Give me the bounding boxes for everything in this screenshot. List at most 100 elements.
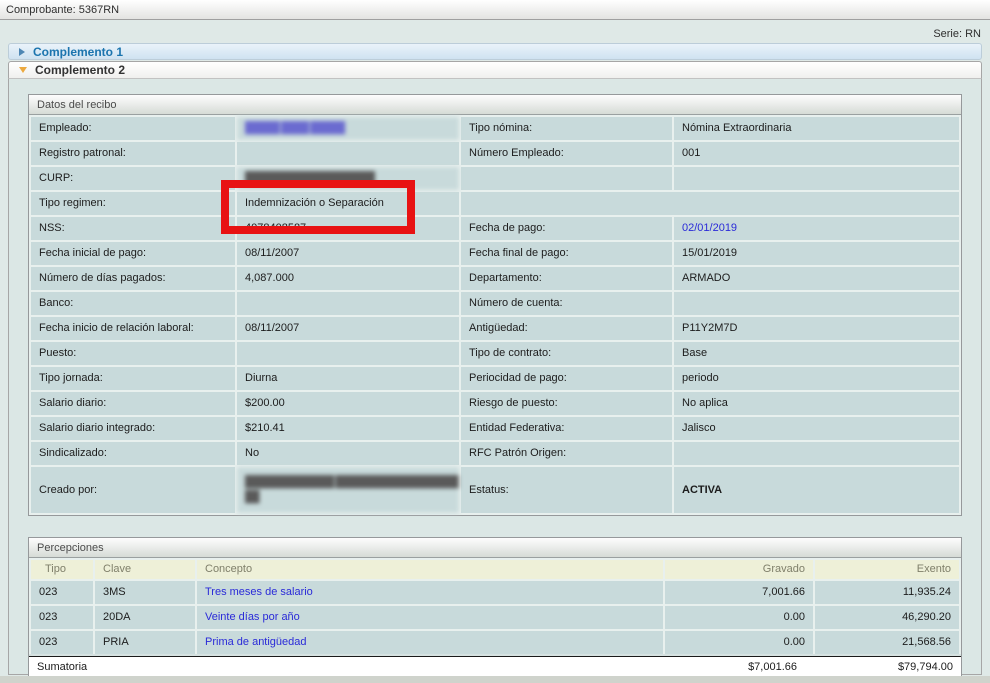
window-bottom-edge (0, 676, 990, 683)
field-label-nss: NSS: (31, 217, 235, 240)
serie-label: Serie: RN (0, 20, 990, 43)
accordion-label: Complemento 1 (33, 45, 123, 59)
field-value-riesgo-puesto: No aplica (674, 392, 959, 415)
field-value-salario-integrado: $210.41 (237, 417, 459, 440)
accordion: Complemento 1 Complemento 2 Datos del re… (8, 43, 982, 675)
row-gravado: 7,001.66 (665, 581, 813, 604)
field-value-numero-cuenta (674, 292, 959, 315)
field-label-creado-por: Creado por: (31, 467, 235, 513)
field-label-salario-diario: Salario diario: (31, 392, 235, 415)
row-clave: 20DA (95, 606, 195, 629)
sumatoria-exento-total: $79,794.00 (805, 657, 961, 677)
field-value-empty (674, 167, 959, 190)
field-value-tipo-jornada: Diurna (237, 367, 459, 390)
field-value-antiguedad: P11Y2M7D (674, 317, 959, 340)
redacted-line-1: █████████████ ██████████████████ (245, 475, 451, 490)
field-label-estatus: Estatus: (461, 467, 672, 513)
panel-title: Datos del recibo (29, 95, 961, 115)
field-label-fecha-inicial: Fecha inicial de pago: (31, 242, 235, 265)
field-label-empty (461, 167, 672, 190)
field-value-rfc-patron (674, 442, 959, 465)
field-label-antiguedad: Antigüedad: (461, 317, 672, 340)
field-label-tipo-regimen: Tipo regimen: (31, 192, 235, 215)
field-label-curp: CURP: (31, 167, 235, 190)
row-gravado: 0.00 (665, 631, 813, 654)
field-value-registro-patronal (237, 142, 459, 165)
field-value-entidad: Jalisco (674, 417, 959, 440)
field-value-fecha-inicial: 08/11/2007 (237, 242, 459, 265)
field-label-departamento: Departamento: (461, 267, 672, 290)
field-value-estatus: ACTIVA (674, 467, 959, 513)
field-label-salario-integrado: Salario diario integrado: (31, 417, 235, 440)
row-exento: 11,935.24 (815, 581, 959, 604)
redacted-line-2: ██ (245, 490, 451, 505)
field-value-periocidad: periodo (674, 367, 959, 390)
datos-del-recibo-panel: Datos del recibo Empleado: █████ ████ ██… (28, 94, 962, 516)
field-label-entidad: Entidad Federativa: (461, 417, 672, 440)
column-header-tipo: Tipo (31, 560, 93, 579)
field-label-rfc-patron: RFC Patrón Origen: (461, 442, 672, 465)
field-label-banco: Banco: (31, 292, 235, 315)
column-header-exento: Exento (815, 560, 959, 579)
percepciones-table: Tipo Clave Concepto Gravado Exento 023 3… (29, 558, 961, 654)
field-label-tipo-contrato: Tipo de contrato: (461, 342, 672, 365)
datos-grid: Empleado: █████ ████ █████ Tipo nómina: … (29, 115, 961, 515)
field-value-empleado-redacted: █████ ████ █████ (237, 117, 459, 140)
sumatoria-gravado-total: $7,001.66 (657, 657, 805, 677)
panel-title: Percepciones (29, 538, 961, 558)
row-concepto-link[interactable]: Tres meses de salario (197, 581, 663, 604)
column-header-clave: Clave (95, 560, 195, 579)
field-value-banco (237, 292, 459, 315)
accordion-header-complemento-2[interactable]: Complemento 2 (8, 61, 982, 78)
row-gravado: 0.00 (665, 606, 813, 629)
field-value-tipo-contrato: Base (674, 342, 959, 365)
field-value-departamento: ARMADO (674, 267, 959, 290)
field-label-numero-cuenta: Número de cuenta: (461, 292, 672, 315)
row-exento: 46,290.20 (815, 606, 959, 629)
field-label-dias-pagados: Número de días pagados: (31, 267, 235, 290)
chevron-down-icon (19, 67, 27, 73)
column-header-gravado: Gravado (665, 560, 813, 579)
row-exento: 21,568.56 (815, 631, 959, 654)
field-value-tipo-regimen: Indemnización o Separación (237, 192, 459, 215)
sumatoria-row: Sumatoria $7,001.66 $79,794.00 (29, 656, 961, 677)
row-clave: 3MS (95, 581, 195, 604)
field-merged-empty (461, 192, 959, 215)
field-label-puesto: Puesto: (31, 342, 235, 365)
row-concepto-link[interactable]: Veinte días por año (197, 606, 663, 629)
field-value-dias-pagados: 4,087.000 (237, 267, 459, 290)
field-value-sindicalizado: No (237, 442, 459, 465)
field-label-fecha-relacion: Fecha inicio de relación laboral: (31, 317, 235, 340)
field-label-registro-patronal: Registro patronal: (31, 142, 235, 165)
field-label-numero-empleado: Número Empleado: (461, 142, 672, 165)
accordion-header-complemento-1[interactable]: Complemento 1 (8, 43, 982, 60)
field-label-fecha-final: Fecha final de pago: (461, 242, 672, 265)
field-value-puesto (237, 342, 459, 365)
window-title: Comprobante: 5367RN (0, 0, 990, 20)
row-concepto-link[interactable]: Prima de antigüedad (197, 631, 663, 654)
row-tipo: 023 (31, 606, 93, 629)
field-label-tipo-nomina: Tipo nómina: (461, 117, 672, 140)
field-label-sindicalizado: Sindicalizado: (31, 442, 235, 465)
field-value-fecha-relacion: 08/11/2007 (237, 317, 459, 340)
field-value-numero-empleado: 001 (674, 142, 959, 165)
row-clave: PRIA (95, 631, 195, 654)
field-value-fecha-final: 15/01/2019 (674, 242, 959, 265)
field-value-curp-redacted: ███████████████████ (237, 167, 459, 190)
field-label-fecha-pago: Fecha de pago: (461, 217, 672, 240)
field-value-creado-por-redacted: █████████████ ██████████████████ ██ (237, 467, 459, 513)
row-tipo: 023 (31, 631, 93, 654)
accordion-label: Complemento 2 (35, 63, 125, 77)
field-value-nss: 4078408587 (237, 217, 459, 240)
field-label-riesgo-puesto: Riesgo de puesto: (461, 392, 672, 415)
field-label-periocidad: Periocidad de pago: (461, 367, 672, 390)
field-value-fecha-pago-link[interactable]: 02/01/2019 (674, 217, 959, 240)
chevron-right-icon (19, 48, 25, 56)
sumatoria-label: Sumatoria (29, 657, 657, 677)
field-label-tipo-jornada: Tipo jornada: (31, 367, 235, 390)
field-label-empleado: Empleado: (31, 117, 235, 140)
percepciones-panel: Percepciones Tipo Clave Concepto Gravado… (28, 537, 962, 678)
column-header-concepto: Concepto (197, 560, 663, 579)
field-value-tipo-nomina: Nómina Extraordinaria (674, 117, 959, 140)
row-tipo: 023 (31, 581, 93, 604)
